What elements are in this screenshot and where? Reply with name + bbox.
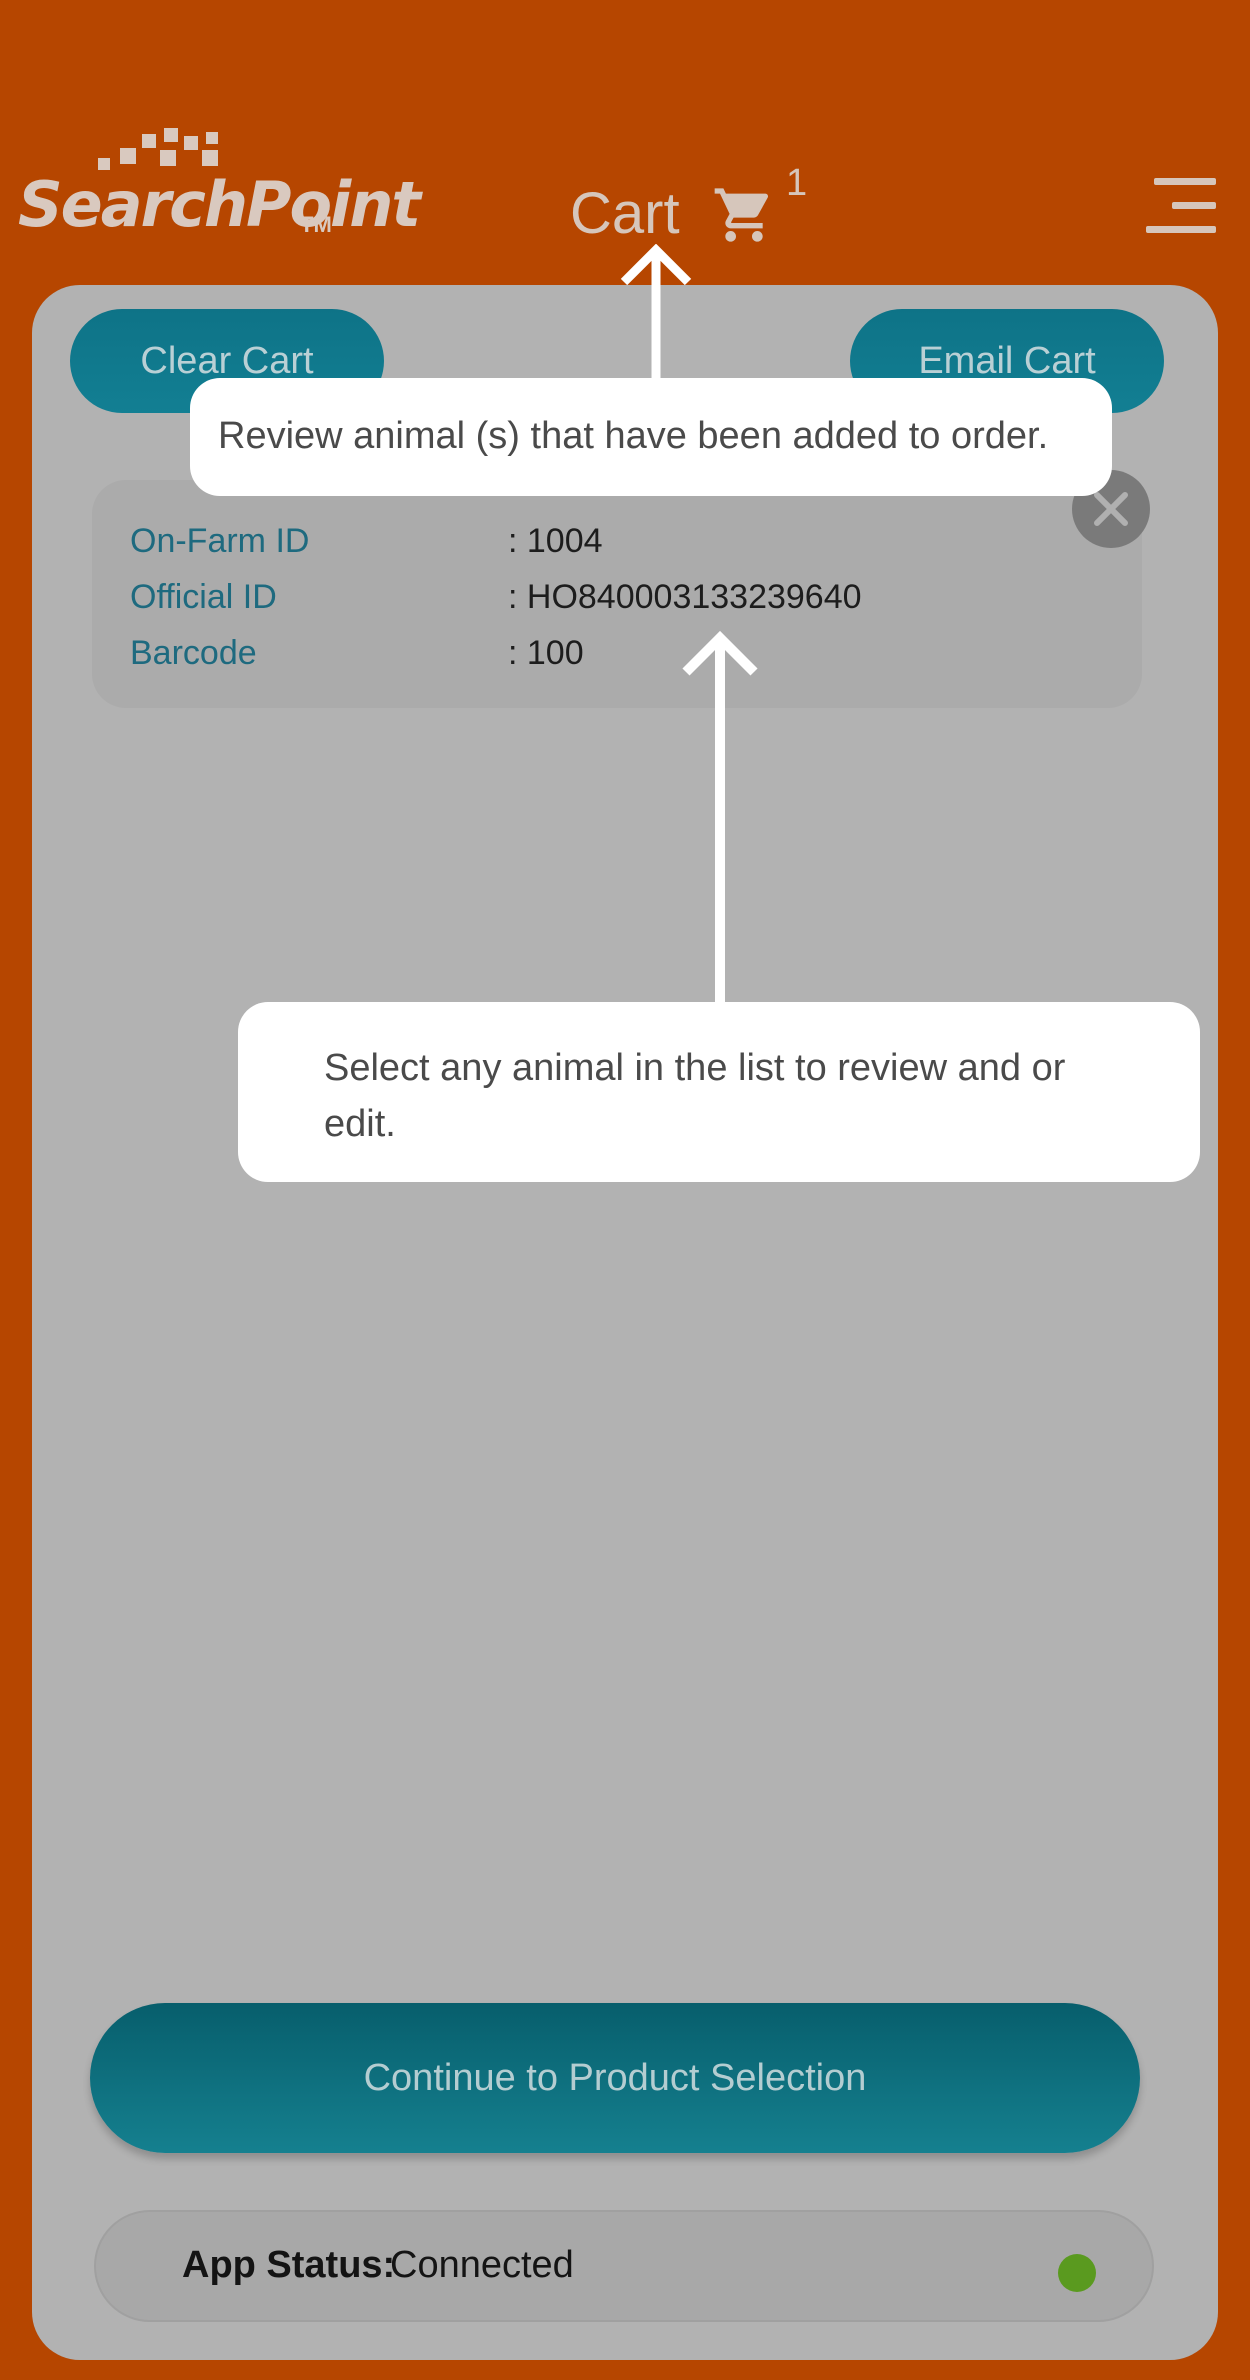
barcode-value: : 100 (508, 634, 584, 672)
app-status-label: App Status: (182, 2244, 396, 2286)
cart-item-card[interactable]: On-Farm ID : 1004 Official ID : HO840003… (92, 480, 1142, 708)
list-select-tooltip: Select any animal in the list to review … (238, 1002, 1200, 1182)
on-farm-id-value: : 1004 (508, 522, 603, 560)
cart-count-badge: 1 (786, 162, 808, 204)
app-status-bar: App Status: Connected (94, 2210, 1154, 2322)
logo-dots (98, 128, 258, 170)
cart-tip-arrow (620, 244, 692, 384)
searchpoint-logo: SearchPoint TM (18, 128, 421, 248)
on-farm-id-label: On-Farm ID (130, 522, 310, 560)
page-title: Cart (570, 181, 680, 246)
shopping-cart-icon[interactable] (712, 183, 776, 247)
app-header: SearchPoint TM Cart 1 (0, 0, 1250, 285)
official-id-value: : HO840003133239640 (508, 578, 862, 616)
list-tip-arrow (682, 630, 758, 1006)
official-id-label: Official ID (130, 578, 277, 616)
barcode-label: Barcode (130, 634, 257, 672)
cart-review-tooltip: Review animal (s) that have been added t… (190, 378, 1112, 496)
status-indicator (1058, 2254, 1096, 2292)
app-status-value: Connected (390, 2244, 574, 2286)
hamburger-menu-icon[interactable] (1146, 178, 1216, 234)
logo-wordmark: SearchPoint (18, 168, 421, 241)
logo-trademark: TM (300, 212, 332, 237)
continue-to-product-selection-button[interactable]: Continue to Product Selection (90, 2003, 1140, 2153)
cart-panel: Clear Cart Email Cart On-Farm ID : 1004 … (32, 285, 1218, 2360)
